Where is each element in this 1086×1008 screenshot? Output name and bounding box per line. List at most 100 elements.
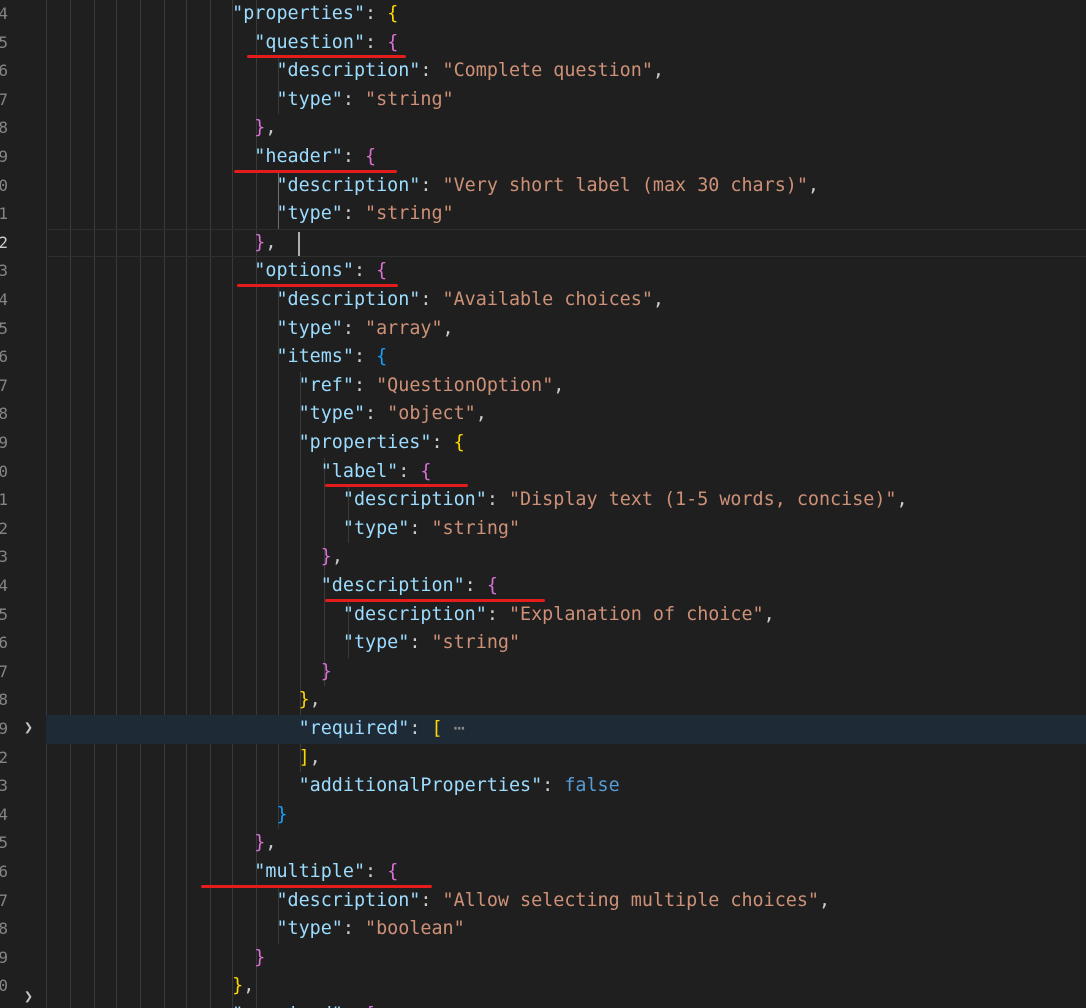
code-token: "label"	[320, 460, 399, 482]
code-line[interactable]: 8 },	[0, 686, 1086, 715]
code-token: :	[342, 146, 366, 167]
code-token: "description"	[276, 174, 421, 196]
code-text: "description": "Complete question",	[210, 57, 664, 86]
code-line[interactable]: 1 "type": "string"	[0, 200, 1086, 229]
code-line[interactable]: 5 "type": "array",	[0, 315, 1086, 344]
code-text: "description": "Explanation of choice",	[210, 601, 775, 630]
code-line[interactable]: 6 "type": "string"	[0, 629, 1086, 658]
code-token: [	[431, 718, 443, 739]
code-line[interactable]: 5 "question": {	[0, 29, 1086, 58]
code-line[interactable]: 6 "items": {	[0, 343, 1086, 372]
code-line[interactable]: 0 "label": {	[0, 458, 1086, 487]
code-token: :	[365, 861, 388, 882]
code-line[interactable]: 8 "type": "boolean"	[0, 915, 1086, 944]
code-text: "items": {	[210, 343, 387, 372]
code-token: :	[398, 460, 421, 482]
code-token: }	[232, 975, 244, 997]
code-token: ,	[309, 689, 321, 711]
code-line[interactable]: 9 "required": [ ⋯	[0, 715, 1086, 744]
line-number: 0	[0, 175, 8, 195]
code-token: }	[298, 689, 310, 711]
code-line[interactable]: "required": [	[0, 1001, 1086, 1008]
code-token: "QuestionOption"	[376, 374, 554, 396]
code-line[interactable]: 3 "options": {	[0, 257, 1086, 286]
code-token: ,	[442, 317, 454, 339]
code-token: }	[254, 231, 266, 253]
code-line[interactable]: 4 "description": {	[0, 572, 1086, 601]
code-line[interactable]: 2 "type": "string"	[0, 515, 1086, 544]
code-line[interactable]: 7 "description": "Allow selecting multip…	[0, 887, 1086, 916]
code-token: :	[342, 918, 366, 940]
code-line[interactable]: 7 "type": "string"	[0, 86, 1086, 115]
code-token: :	[431, 432, 454, 453]
code-token: ]	[298, 746, 310, 768]
line-number: 4	[0, 4, 8, 23]
code-text: }	[210, 658, 332, 687]
code-text: "options": {	[210, 257, 387, 286]
line-number: 4	[0, 290, 8, 309]
code-token: :	[420, 60, 443, 82]
chevron-right-icon[interactable]: ❯	[24, 718, 33, 736]
line-number: 0	[0, 461, 8, 481]
code-token: "properties"	[232, 3, 366, 24]
code-line[interactable]: 4 }	[0, 801, 1086, 830]
code-token: "multiple"	[254, 861, 366, 882]
line-number: 0	[0, 976, 8, 996]
code-line[interactable]: 4 "properties": {	[0, 0, 1086, 29]
line-number: 7	[0, 89, 8, 109]
code-line[interactable]: 0 "description": "Very short label (max …	[0, 172, 1086, 201]
code-text: "type": "array",	[210, 315, 454, 344]
code-line[interactable]: 2 ],	[0, 744, 1086, 773]
code-line[interactable]: 3 "additionalProperties": false	[0, 772, 1086, 801]
code-line[interactable]: 9 }	[0, 944, 1086, 973]
code-line[interactable]: 6 "multiple": {	[0, 858, 1086, 887]
code-text: }	[210, 801, 287, 830]
chevron-right-icon[interactable]: ❯	[24, 987, 33, 1005]
line-number: 4	[0, 576, 8, 595]
code-line[interactable]: 7 }	[0, 658, 1086, 687]
code-token: :	[365, 31, 388, 53]
code-text: },	[210, 229, 276, 258]
code-line[interactable]: 3 },	[0, 543, 1086, 572]
code-token: "description"	[342, 489, 487, 511]
code-token: "type"	[342, 517, 410, 539]
code-text: },	[210, 114, 276, 143]
code-token: "Very short label (max 30 chars)"	[442, 174, 808, 196]
code-text: "type": "string"	[210, 629, 520, 658]
code-line[interactable]: 1 "description": "Display text (1-5 word…	[0, 486, 1086, 515]
code-text: "description": "Display text (1-5 words,…	[210, 486, 908, 515]
code-token: "description"	[276, 289, 421, 310]
code-token: {	[420, 460, 432, 482]
code-line[interactable]: 6 "description": "Complete question",	[0, 57, 1086, 86]
code-line[interactable]: 5 "description": "Explanation of choice"…	[0, 601, 1086, 630]
code-text: "description": {	[210, 572, 498, 601]
line-number: 5	[0, 318, 8, 338]
code-text: "properties": {	[210, 429, 465, 458]
code-token: ,	[265, 832, 277, 854]
code-line[interactable]: 4 "description": "Available choices",	[0, 286, 1086, 315]
code-token: "ref"	[298, 374, 354, 396]
code-line[interactable]: 7 "ref": "QuestionOption",	[0, 372, 1086, 401]
code-line[interactable]: 5 },	[0, 829, 1086, 858]
code-text: },	[210, 829, 276, 858]
code-token: :	[342, 203, 366, 225]
code-text: "description": "Available choices",	[210, 286, 664, 315]
code-token: "Allow selecting multiple choices"	[442, 889, 819, 911]
code-token: ,	[331, 546, 343, 568]
code-line[interactable]: 2 },	[0, 229, 1086, 258]
code-line[interactable]: 8 },	[0, 114, 1086, 143]
code-token: "type"	[276, 918, 343, 940]
code-line[interactable]: 9 "header": {	[0, 143, 1086, 172]
code-token: ⋯	[442, 718, 465, 739]
code-line[interactable]: 0 },	[0, 972, 1086, 1001]
code-line[interactable]: 9 "properties": {	[0, 429, 1086, 458]
code-line[interactable]: 8 "type": "object",	[0, 400, 1086, 429]
code-editor[interactable]: 4 "properties": {5 "question": {6 "descr…	[0, 0, 1086, 1008]
